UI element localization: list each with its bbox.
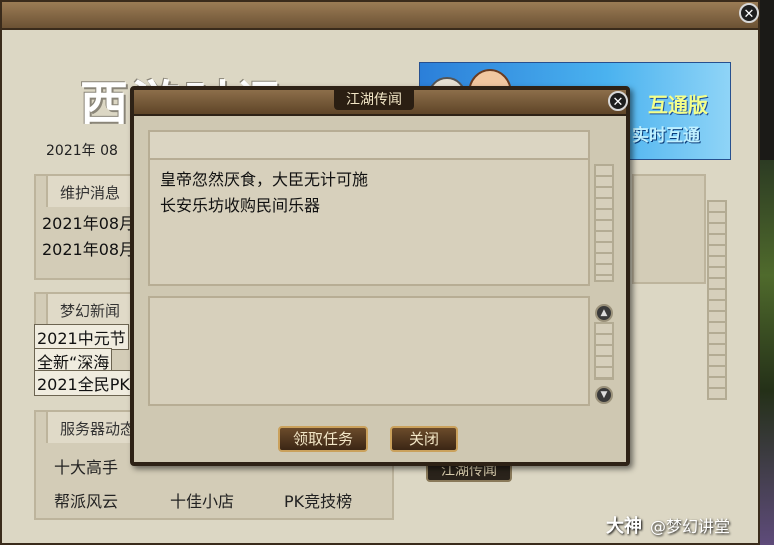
server-item[interactable]: PK竞技榜 <box>284 488 352 512</box>
detail-area <box>148 296 590 406</box>
dialog-titlebar: 江湖传闻 <box>134 90 626 116</box>
rumor-line: 长安乐坊收购民间乐器 <box>160 196 321 215</box>
side-panel <box>632 174 706 284</box>
text-area-header <box>150 132 588 160</box>
news-link[interactable]: 2021中元节 <box>34 324 129 350</box>
game-scene-edge <box>760 160 774 545</box>
list-item[interactable]: 2021年08月 <box>42 210 135 234</box>
close-icon[interactable]: ✕ <box>608 91 628 111</box>
watermark-logo: 大神 <box>606 516 642 537</box>
rumor-text-area: 皇帝忽然厌食，大臣无计可施 长安乐坊收购民间乐器 <box>148 130 590 286</box>
list-item[interactable]: 2021年08月 <box>42 236 135 260</box>
server-item[interactable]: 十佳小店 <box>170 488 234 512</box>
fret-border <box>594 164 614 282</box>
rumor-dialog: 江湖传闻 ✕ 皇帝忽然厌食，大臣无计可施 长安乐坊收购民间乐器 ▲ ▼ 领取任务… <box>130 86 630 466</box>
news-link[interactable]: 2021全民PK <box>34 370 133 396</box>
fret-border <box>594 322 614 380</box>
server-item[interactable]: 帮派风云 <box>54 488 118 512</box>
dialog-title: 江湖传闻 <box>334 90 414 110</box>
server-item[interactable]: 十大高手 <box>54 454 118 478</box>
section-heading: 梦幻新闻 <box>46 292 135 325</box>
rumor-line: 皇帝忽然厌食，大臣无计可施 <box>160 170 369 189</box>
scroll-up-icon[interactable]: ▲ <box>595 304 613 322</box>
close-icon[interactable]: ✕ <box>739 3 759 23</box>
accept-task-button[interactable]: 领取任务 <box>278 426 368 452</box>
section-heading: 维护消息 <box>46 174 135 207</box>
window-titlebar <box>2 2 758 30</box>
date-text: 2021年 08 <box>46 143 118 159</box>
banner-text: 互通版 <box>648 93 708 117</box>
close-button[interactable]: 关闭 <box>390 426 458 452</box>
banner-subtext: 实时互通 <box>632 126 700 146</box>
watermark-handle: @梦幻讲堂 <box>650 517 731 536</box>
fret-border <box>707 200 727 400</box>
scroll-down-icon[interactable]: ▼ <box>595 386 613 404</box>
watermark: 大神 @梦幻讲堂 <box>606 512 730 538</box>
